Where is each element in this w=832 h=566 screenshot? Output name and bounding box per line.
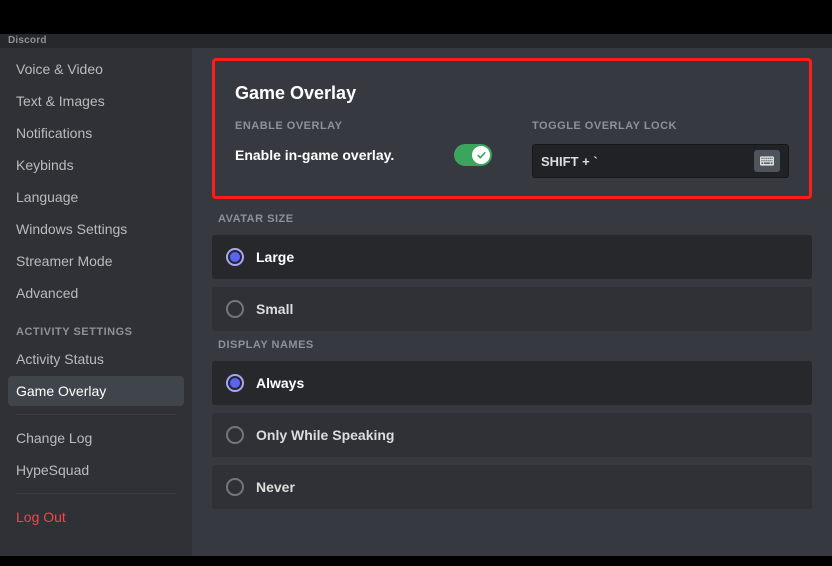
display-names-option-never[interactable]: Never — [212, 465, 812, 509]
toggle-knob — [472, 146, 490, 164]
avatar-size-label: AVATAR SIZE — [212, 213, 812, 225]
display-names-label: DISPLAY NAMES — [212, 339, 812, 351]
keybind-input[interactable]: SHIFT + ` — [532, 144, 789, 178]
toggle-lock-label: TOGGLE OVERLAY LOCK — [532, 120, 789, 132]
enable-overlay-text: Enable in-game overlay. — [235, 147, 394, 163]
radio-icon — [226, 248, 244, 266]
sidebar-item-hypesquad[interactable]: HypeSquad — [8, 455, 184, 485]
titlebar: Discord — [0, 34, 832, 48]
keybind-record-button[interactable] — [754, 150, 780, 172]
sidebar-item-notifications[interactable]: Notifications — [8, 118, 184, 148]
display-names-option-always[interactable]: Always — [212, 361, 812, 405]
overlay-highlight-box: Game Overlay ENABLE OVERLAY Enable in-ga… — [212, 58, 812, 199]
sidebar-item-streamer-mode[interactable]: Streamer Mode — [8, 246, 184, 276]
enable-overlay-column: ENABLE OVERLAY Enable in-game overlay. — [235, 120, 492, 178]
sidebar-item-activity-status[interactable]: Activity Status — [8, 344, 184, 374]
sidebar-item-keybinds[interactable]: Keybinds — [8, 150, 184, 180]
keybind-text: SHIFT + ` — [541, 154, 598, 169]
avatar-size-options: Large Small — [212, 235, 812, 331]
sidebar-item-text-images[interactable]: Text & Images — [8, 86, 184, 116]
option-label: Never — [256, 479, 295, 495]
option-label: Small — [256, 301, 293, 317]
content-pane: Game Overlay ENABLE OVERLAY Enable in-ga… — [192, 48, 832, 556]
radio-icon — [226, 426, 244, 444]
sidebar-header-activity: ACTIVITY SETTINGS — [8, 310, 184, 344]
page-title: Game Overlay — [235, 83, 789, 104]
settings-sidebar: Voice & Video Text & Images Notification… — [0, 48, 192, 556]
sidebar-separator — [16, 414, 176, 415]
radio-icon — [226, 478, 244, 496]
keyboard-icon — [760, 156, 774, 166]
top-letterbox — [0, 0, 832, 34]
checkmark-icon — [476, 150, 487, 161]
display-names-options: Always Only While Speaking Never — [212, 361, 812, 509]
sidebar-item-change-log[interactable]: Change Log — [8, 423, 184, 453]
option-label: Large — [256, 249, 294, 265]
enable-overlay-label: ENABLE OVERLAY — [235, 120, 492, 132]
sidebar-item-game-overlay[interactable]: Game Overlay — [8, 376, 184, 406]
sidebar-item-logout[interactable]: Log Out — [8, 502, 184, 532]
avatar-size-option-large[interactable]: Large — [212, 235, 812, 279]
display-names-option-only-while-speaking[interactable]: Only While Speaking — [212, 413, 812, 457]
enable-overlay-toggle[interactable] — [454, 144, 492, 166]
app-frame: Voice & Video Text & Images Notification… — [0, 48, 832, 556]
sidebar-item-windows-settings[interactable]: Windows Settings — [8, 214, 184, 244]
radio-icon — [226, 374, 244, 392]
sidebar-item-language[interactable]: Language — [8, 182, 184, 212]
toggle-lock-column: TOGGLE OVERLAY LOCK SHIFT + ` — [532, 120, 789, 178]
radio-icon — [226, 300, 244, 318]
option-label: Only While Speaking — [256, 427, 394, 443]
sidebar-item-advanced[interactable]: Advanced — [8, 278, 184, 308]
sidebar-item-voice-video[interactable]: Voice & Video — [8, 54, 184, 84]
avatar-size-option-small[interactable]: Small — [212, 287, 812, 331]
sidebar-separator-2 — [16, 493, 176, 494]
option-label: Always — [256, 375, 304, 391]
bottom-letterbox — [0, 556, 832, 566]
